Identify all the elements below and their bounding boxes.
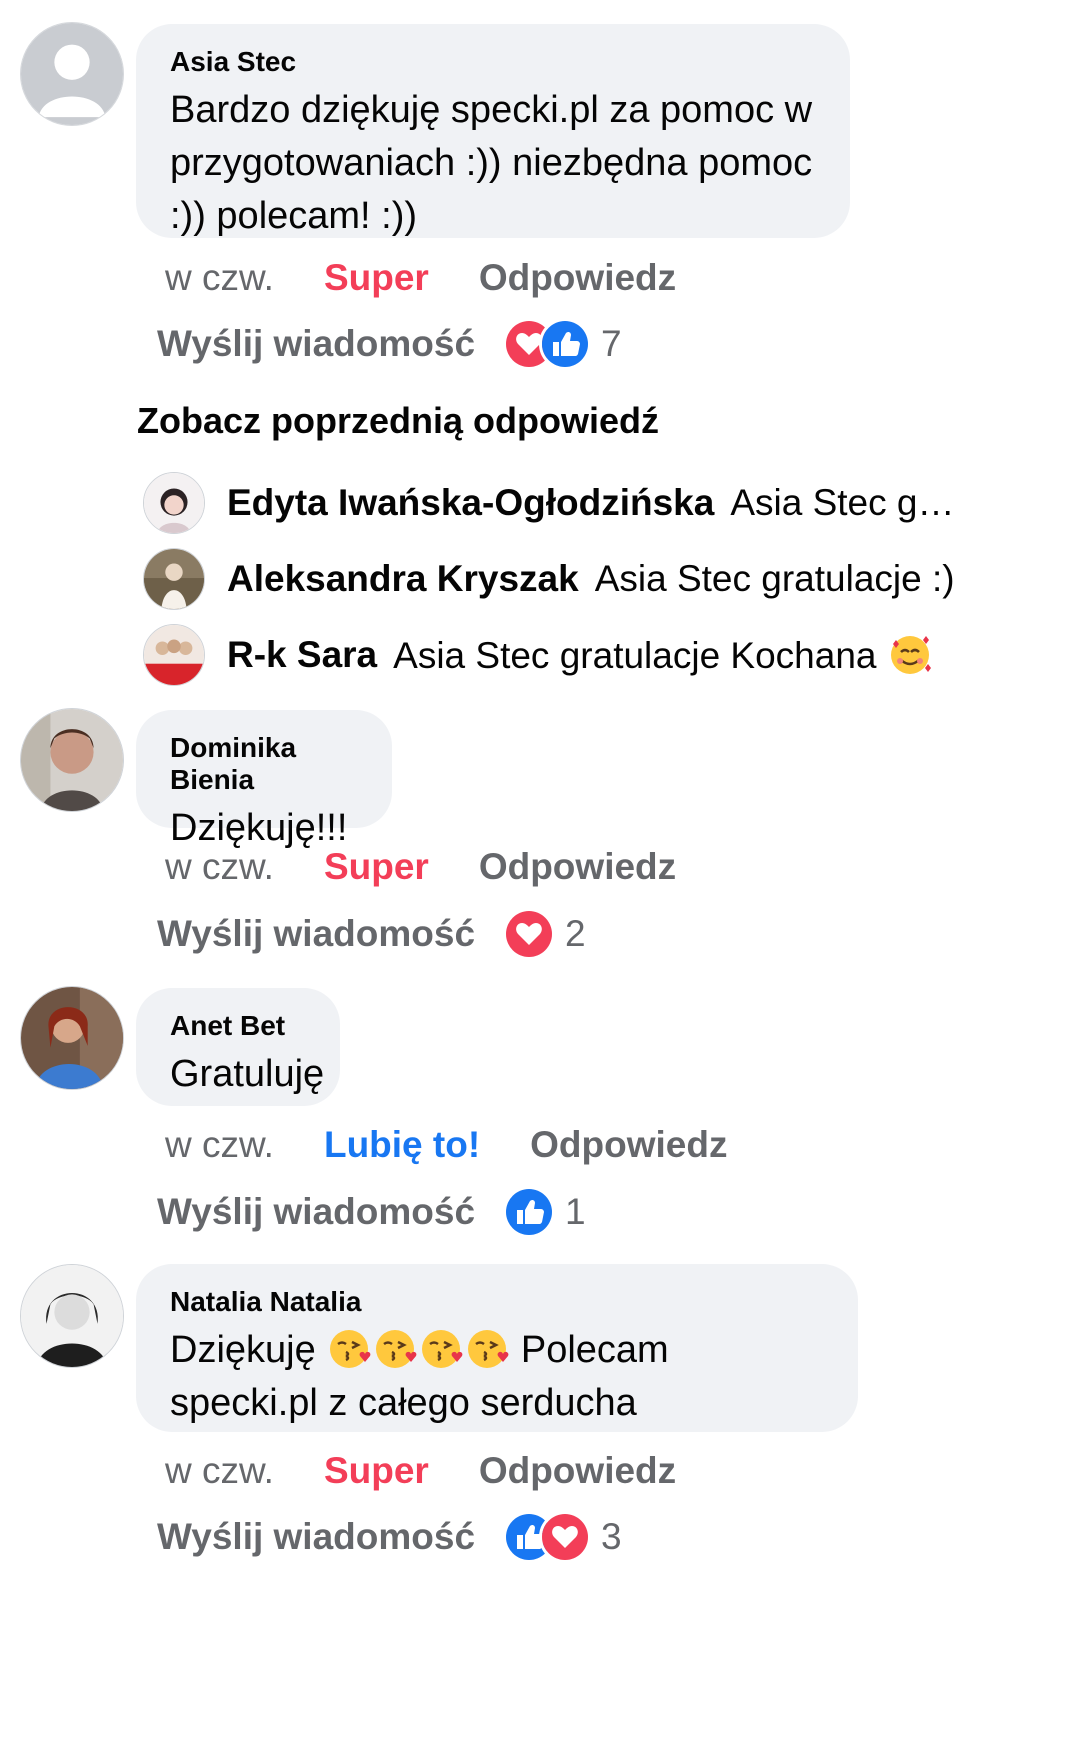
avatar-placeholder[interactable]: [20, 22, 124, 126]
reaction-count: 1: [565, 1191, 586, 1232]
view-previous-replies-link[interactable]: Zobacz poprzednią odpowiedź: [137, 400, 659, 442]
reaction-summary[interactable]: 1: [503, 1186, 586, 1238]
reply-button[interactable]: Odpowiedz: [530, 1124, 727, 1166]
avatar[interactable]: [20, 708, 124, 812]
reply-text: Asia Stec gratulacje :): [594, 558, 955, 599]
comment-text: Bardzo dziękuję specki.pl za pomoc w prz…: [170, 89, 813, 237]
comment-bubble: Natalia Natalia Dziękuję Polecam specki.…: [136, 1264, 858, 1432]
reaction-count: 7: [601, 323, 622, 364]
comment-actions: w czw. Super Odpowiedz: [165, 1450, 676, 1492]
default-user-icon: [21, 23, 123, 125]
send-message-link[interactable]: Wyślij wiadomość: [157, 1191, 475, 1233]
send-message-row: Wyślij wiadomość 7: [157, 318, 622, 370]
reply-button[interactable]: Odpowiedz: [479, 257, 676, 299]
avatar[interactable]: [20, 986, 124, 1090]
comment-author[interactable]: Natalia Natalia: [170, 1286, 824, 1318]
comment-actions: w czw. Super Odpowiedz: [165, 257, 676, 299]
kissing-face-icon: [372, 1326, 418, 1372]
comment-author[interactable]: Anet Bet: [170, 1010, 306, 1042]
reaction-button[interactable]: Super: [324, 1450, 429, 1492]
like-icon: [539, 318, 592, 370]
like-icon: [503, 1186, 556, 1238]
kissing-face-icon: [326, 1326, 372, 1372]
reply-button[interactable]: Odpowiedz: [479, 1450, 676, 1492]
comment-text: Dziękuję Polecam specki.pl z całego serd…: [170, 1324, 824, 1430]
reaction-button[interactable]: Super: [324, 846, 429, 888]
avatar[interactable]: [20, 1264, 124, 1368]
reaction-summary[interactable]: 7: [503, 318, 622, 370]
smiling-face-with-hearts-icon: [887, 632, 933, 678]
kissing-face-icon: [464, 1326, 510, 1372]
reply-button[interactable]: Odpowiedz: [479, 846, 676, 888]
kissing-face-icon: [418, 1326, 464, 1372]
comment-actions: w czw. Super Odpowiedz: [165, 846, 676, 888]
heart-icon: [539, 1511, 592, 1563]
comment-author[interactable]: Asia Stec: [170, 46, 816, 78]
comment-bubble: Asia Stec Bardzo dziękuję specki.pl za p…: [136, 24, 850, 238]
comment-bubble: Anet Bet Gratuluję: [136, 988, 340, 1106]
heart-icon: [503, 908, 556, 960]
send-message-row: Wyślij wiadomość 1: [157, 1186, 586, 1238]
send-message-row: Wyślij wiadomość 2: [157, 908, 586, 960]
avatar[interactable]: [143, 624, 205, 686]
reaction-button[interactable]: Super: [324, 257, 429, 299]
reply-preview[interactable]: Aleksandra Kryszak Asia Stec gratulacje …: [143, 548, 1003, 610]
avatar[interactable]: [143, 548, 205, 610]
reaction-count: 3: [601, 1516, 622, 1557]
reaction-summary[interactable]: 3: [503, 1511, 622, 1563]
comment-actions: w czw. Lubię to! Odpowiedz: [165, 1124, 727, 1166]
comment-author[interactable]: Dominika Bienia: [170, 732, 358, 796]
reply-text: Asia Stec gratulacje Kochana: [393, 632, 933, 678]
reaction-summary[interactable]: 2: [503, 908, 586, 960]
comment-time[interactable]: w czw.: [165, 846, 274, 888]
reply-text: Asia Stec gratulacje: [730, 482, 955, 523]
reply-author: R-k Sara: [227, 634, 378, 675]
avatar[interactable]: [143, 472, 205, 534]
reply-preview[interactable]: R-k Sara Asia Stec gratulacje Kochana: [143, 624, 1003, 686]
comment-bubble: Dominika Bienia Dziękuję!!!: [136, 710, 392, 849]
comment-time[interactable]: w czw.: [165, 1450, 274, 1492]
comment-time[interactable]: w czw.: [165, 1124, 274, 1166]
reaction-count: 2: [565, 913, 586, 954]
send-message-link[interactable]: Wyślij wiadomość: [157, 913, 475, 955]
send-message-link[interactable]: Wyślij wiadomość: [157, 323, 475, 365]
reply-author: Aleksandra Kryszak: [227, 558, 579, 599]
send-message-row: Wyślij wiadomość 3: [157, 1511, 622, 1563]
comment-text: Gratuluję: [170, 1053, 325, 1095]
reply-author: Edyta Iwańska-Ogłodzińska: [227, 482, 715, 523]
reaction-button[interactable]: Lubię to!: [324, 1124, 480, 1166]
send-message-link[interactable]: Wyślij wiadomość: [157, 1516, 475, 1558]
reply-preview[interactable]: Edyta Iwańska-Ogłodzińska Asia Stec grat…: [143, 472, 1003, 534]
comment-time[interactable]: w czw.: [165, 257, 274, 299]
